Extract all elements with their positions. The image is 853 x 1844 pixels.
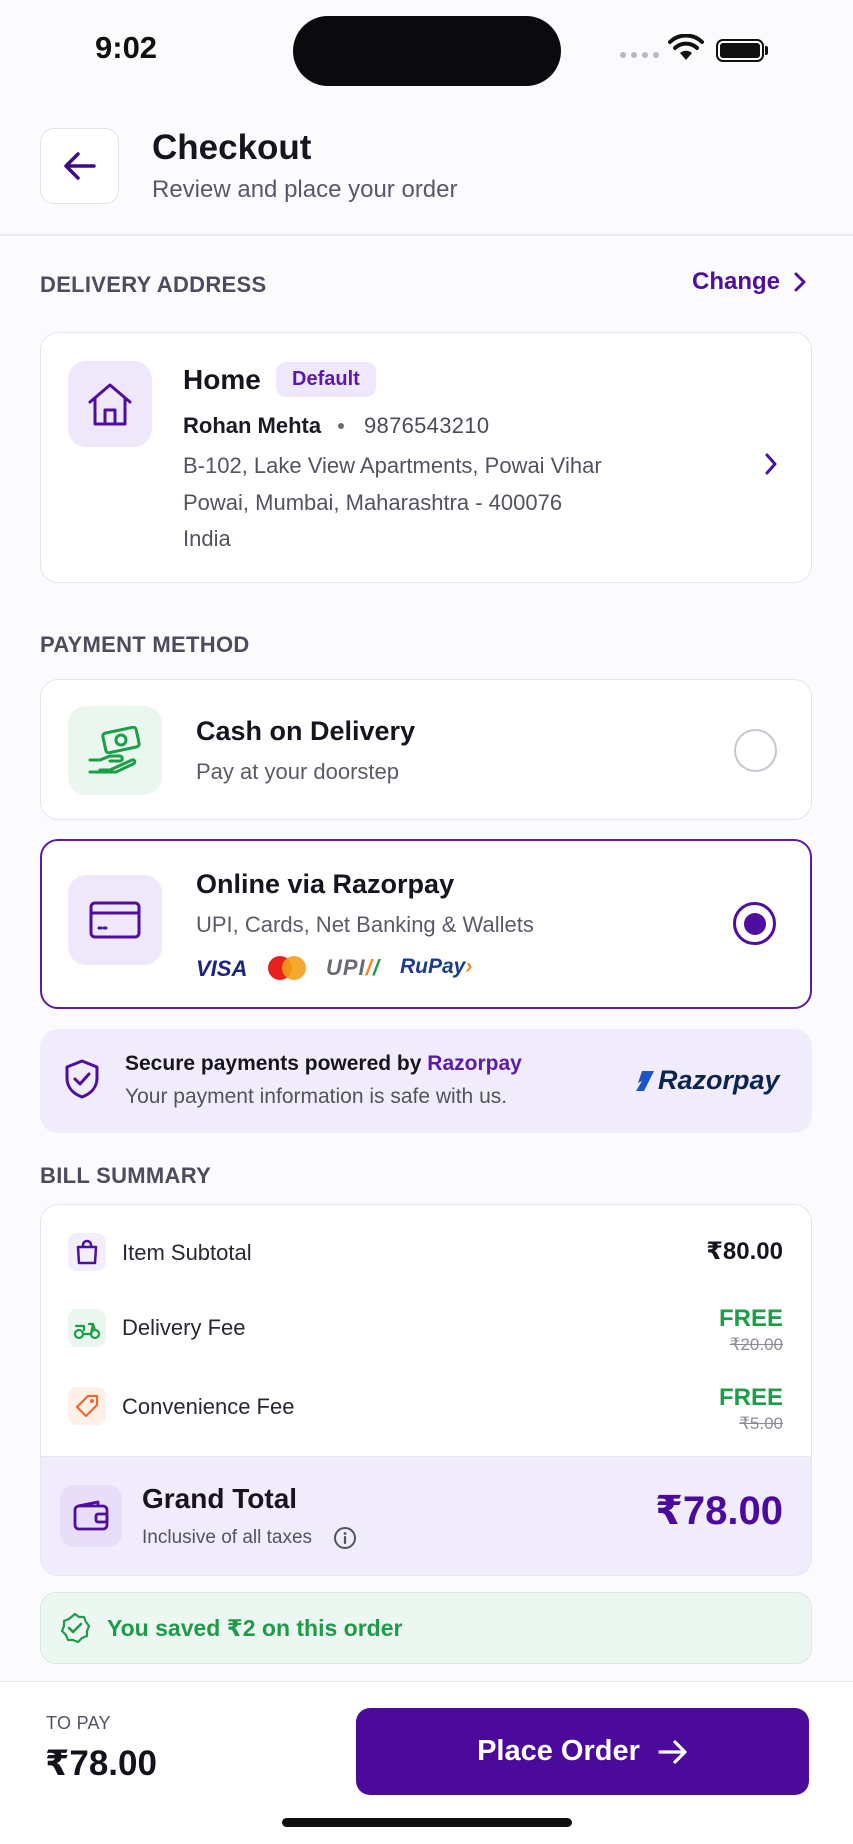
savings-text: You saved ₹2 on this order	[107, 1614, 403, 1641]
header-divider	[0, 234, 853, 236]
back-button[interactable]	[40, 128, 119, 204]
default-badge: Default	[276, 362, 376, 397]
status-time: 9:02	[95, 30, 158, 65]
secure-prefix: Secure payments powered by	[125, 1052, 428, 1075]
razorpay-subtitle: UPI, Cards, Net Banking & Wallets	[196, 912, 534, 937]
delivery-fee-original: ₹20.00	[729, 1335, 783, 1354]
razorpay-logo: Razorpay	[634, 1065, 780, 1096]
grand-total-subtitle: Inclusive of all taxes	[142, 1527, 313, 1548]
recipient-phone: 9876543210	[364, 413, 490, 438]
wallet-icon	[60, 1485, 122, 1547]
place-order-label: Place Order	[477, 1735, 640, 1767]
to-pay-label: TO PAY	[46, 1713, 111, 1733]
change-address-link[interactable]: Change	[692, 268, 806, 296]
tag-icon	[68, 1387, 106, 1425]
credit-card-icon	[68, 875, 162, 965]
shopping-bag-icon	[68, 1233, 106, 1271]
delivery-fee-label: Delivery Fee	[122, 1315, 246, 1340]
bill-section-label: BILL SUMMARY	[40, 1163, 212, 1188]
secure-subtitle: Your payment information is safe with us…	[125, 1085, 508, 1108]
info-icon[interactable]	[333, 1526, 357, 1555]
grand-total-label: Grand Total	[142, 1483, 298, 1514]
place-order-button[interactable]: Place Order	[356, 1708, 809, 1795]
visa-logo: VISA	[196, 956, 248, 981]
delivery-section-label: DELIVERY ADDRESS	[40, 272, 267, 297]
cash-hand-icon	[68, 706, 162, 795]
shield-check-icon	[64, 1058, 100, 1105]
battery-cap	[765, 46, 768, 55]
razorpay-title: Online via Razorpay	[196, 869, 455, 899]
upi-text: UPI	[326, 955, 366, 980]
address-chevron-icon	[764, 452, 778, 481]
battery-icon	[716, 39, 764, 62]
check-circle-icon	[60, 1612, 91, 1644]
cod-title: Cash on Delivery	[196, 716, 416, 746]
page-subtitle: Review and place your order	[152, 176, 458, 203]
change-label: Change	[692, 268, 781, 295]
item-subtotal-value: ₹80.00	[706, 1238, 783, 1265]
savings-banner: You saved ₹2 on this order	[40, 1592, 812, 1664]
razorpay-logo-text: Razorpay	[658, 1065, 780, 1095]
address-line-1: B-102, Lake View Apartments, Powai Vihar	[183, 453, 602, 478]
mastercard-logo	[266, 954, 308, 987]
chevron-right-icon	[794, 272, 806, 292]
secure-title: Secure payments powered by Razorpay	[125, 1052, 522, 1076]
scooter-icon	[68, 1309, 106, 1347]
cod-radio[interactable]	[734, 729, 777, 772]
grand-total-value: ₹78.00	[655, 1489, 783, 1533]
upi-logo: UPI//	[326, 955, 380, 980]
home-icon	[68, 361, 152, 447]
wifi-icon	[668, 33, 704, 67]
convenience-fee-original: ₹5.00	[739, 1414, 783, 1433]
separator-dot	[338, 423, 344, 429]
arrow-right-icon	[658, 1739, 687, 1764]
address-line-2: Powai, Mumbai, Maharashtra - 400076	[183, 490, 563, 515]
dynamic-island	[293, 16, 561, 86]
address-label: Home	[183, 364, 261, 395]
delivery-fee-value: FREE	[718, 1305, 783, 1332]
rupay-text: RuPay	[400, 955, 466, 978]
payment-section-label: PAYMENT METHOD	[40, 632, 250, 657]
cellular-signal-icon	[620, 52, 659, 58]
secure-highlight: Razorpay	[427, 1052, 522, 1075]
recipient-name: Rohan Mehta	[183, 413, 322, 438]
arrow-left-icon	[63, 152, 96, 180]
to-pay-amount: ₹78.00	[45, 1744, 157, 1783]
page-title: Checkout	[152, 128, 312, 167]
convenience-fee-value: FREE	[718, 1384, 783, 1411]
rupay-logo: RuPay›	[400, 955, 473, 978]
home-indicator	[282, 1818, 572, 1827]
cod-subtitle: Pay at your doorstep	[196, 759, 400, 784]
razorpay-radio[interactable]	[733, 902, 776, 945]
address-line-3: India	[183, 526, 231, 551]
item-subtotal-label: Item Subtotal	[122, 1240, 252, 1265]
convenience-fee-label: Convenience Fee	[122, 1394, 295, 1419]
